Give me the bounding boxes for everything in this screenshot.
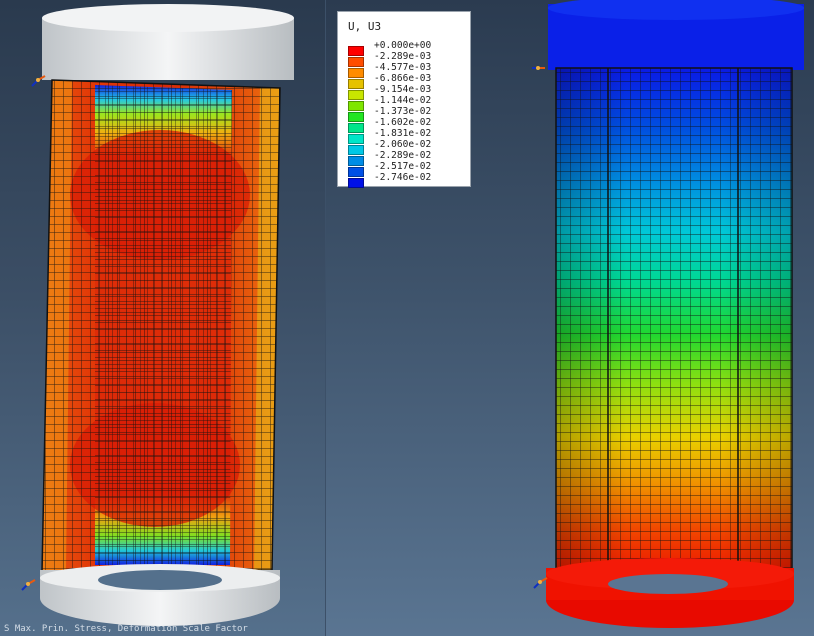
legend-swatch bbox=[348, 111, 364, 122]
legend-swatch bbox=[348, 67, 364, 78]
legend-value-label: -1.144e-02 bbox=[374, 95, 432, 106]
legend-value-label: -6.866e-03 bbox=[374, 73, 432, 84]
legend-value-label: -1.602e-02 bbox=[374, 117, 432, 128]
legend-swatch-row bbox=[348, 155, 364, 166]
legend-swatch-row bbox=[348, 144, 364, 155]
legend-swatch-row bbox=[348, 67, 364, 78]
legend-value-label: -2.060e-02 bbox=[374, 139, 432, 150]
legend-value-label: -2.289e-02 bbox=[374, 150, 432, 161]
legend-value-label: -1.831e-02 bbox=[374, 128, 432, 139]
contour-legend: U, U3 +0.000e+00 -2.289e-03 -4.577e-03 -6.8… bbox=[337, 11, 471, 188]
legend-swatch-row bbox=[348, 78, 364, 89]
legend-swatch-row bbox=[348, 166, 364, 177]
legend-value-label: +0.000e+00 bbox=[374, 40, 432, 51]
legend-swatch bbox=[348, 78, 364, 89]
legend-swatch bbox=[348, 133, 364, 144]
legend-swatch bbox=[348, 122, 364, 133]
legend-value-label: -9.154e-03 bbox=[374, 84, 432, 95]
legend-value-label: -2.517e-02 bbox=[374, 161, 432, 172]
legend-swatch-row bbox=[348, 100, 364, 111]
legend-swatch-row bbox=[348, 89, 364, 100]
status-text: S Max. Prin. Stress, Deformation Scale F… bbox=[4, 624, 248, 634]
legend-title: U, U3 bbox=[348, 20, 382, 33]
legend-swatch-row bbox=[348, 45, 364, 56]
legend-swatch bbox=[348, 155, 364, 166]
legend-swatch-row bbox=[348, 133, 364, 144]
legend-value-label: -2.746e-02 bbox=[374, 172, 432, 183]
legend-swatch-row bbox=[348, 111, 364, 122]
legend-swatch bbox=[348, 45, 364, 56]
legend-swatch bbox=[348, 100, 364, 111]
legend-swatch bbox=[348, 89, 364, 100]
left-viewport[interactable]: S Max. Prin. Stress, Deformation Scale F… bbox=[0, 0, 326, 636]
axis-triad-icon bbox=[532, 574, 548, 590]
legend-swatch bbox=[348, 177, 364, 188]
legend-value-label: -2.289e-03 bbox=[374, 51, 432, 62]
left-specimen-render bbox=[40, 4, 294, 626]
legend-swatch-row bbox=[348, 177, 364, 188]
legend-swatch bbox=[348, 166, 364, 177]
legend-swatch-row bbox=[348, 56, 364, 67]
axis-triad-icon bbox=[530, 60, 546, 76]
legend-swatch-row bbox=[348, 122, 364, 133]
legend-swatch bbox=[348, 56, 364, 67]
legend-value-label: -4.577e-03 bbox=[374, 62, 432, 73]
legend-swatch bbox=[348, 144, 364, 155]
axis-triad-icon bbox=[30, 72, 46, 88]
legend-value-label: -1.373e-02 bbox=[374, 106, 432, 117]
axis-triad-icon bbox=[20, 576, 36, 592]
